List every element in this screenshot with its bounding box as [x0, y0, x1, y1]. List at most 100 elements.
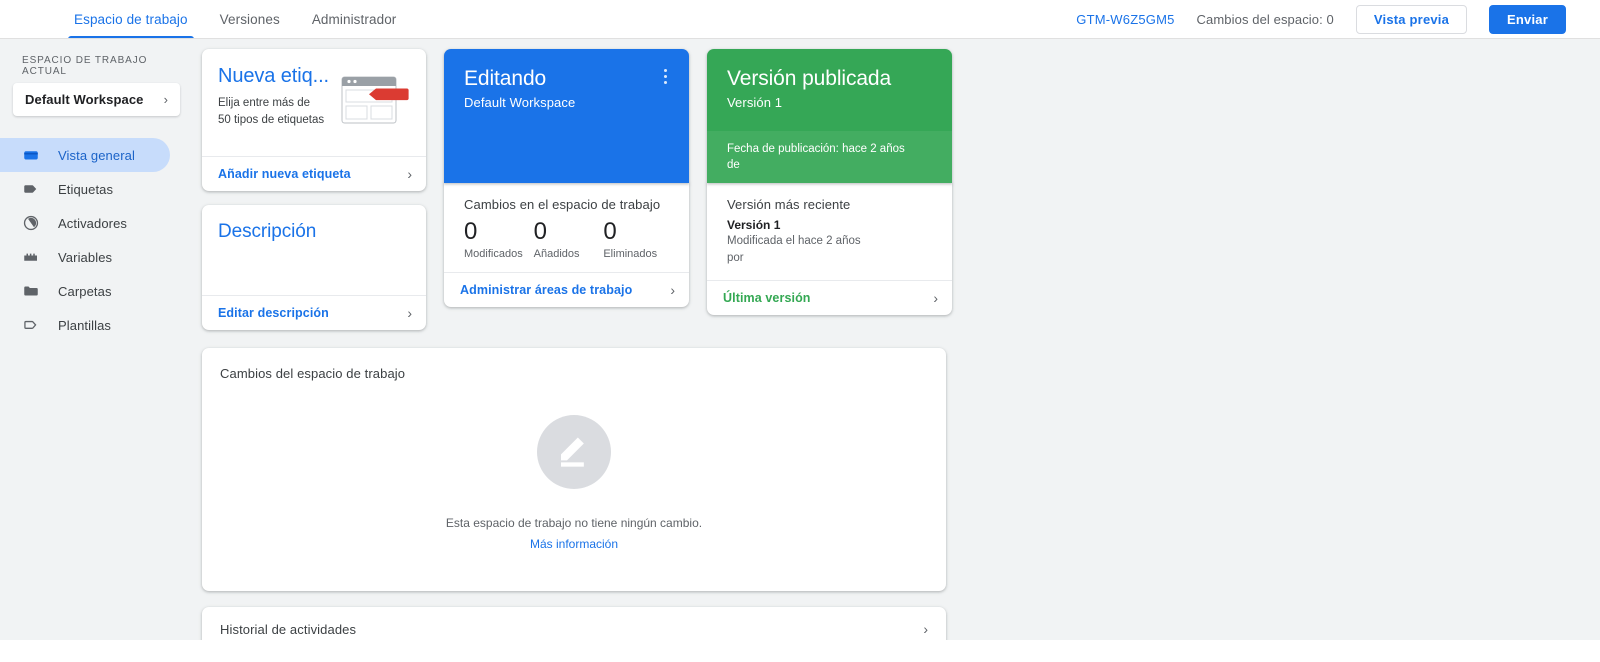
empty-state-text: Esta espacio de trabajo no tiene ningún … — [445, 516, 703, 530]
editing-card: Editando Default Workspace — [444, 49, 689, 183]
stat-modificados: 0 Modificados — [464, 218, 534, 260]
published-version-body: Versión publicada Versión 1 Fecha de pub… — [707, 49, 952, 183]
container-id-link[interactable]: GTM-W6Z5GM5 — [1076, 12, 1174, 27]
sidebar-item-carpetas[interactable]: Carpetas — [0, 274, 170, 308]
top-bar: Espacio de trabajo Versiones Administrad… — [0, 0, 1600, 39]
stat-label: Modificados — [464, 247, 523, 260]
published-by: de — [727, 159, 740, 172]
edit-description-action[interactable]: Editar descripción › — [202, 295, 426, 330]
tab-label: Administrador — [311, 12, 397, 27]
stat-value: 0 — [603, 218, 617, 245]
tab-espacio-de-trabajo[interactable]: Espacio de trabajo — [58, 0, 204, 39]
tab-label: Versiones — [219, 12, 280, 27]
bottom-strip — [0, 640, 1600, 662]
new-tag-text: Nueva etiq... Elija entre más de 50 tipo… — [218, 65, 336, 138]
latest-version-meta: Modificada el hace 2 años por — [727, 233, 936, 268]
sidebar-item-label: Plantillas — [58, 317, 112, 333]
workspace-name: Default Workspace — [25, 92, 144, 107]
published-date: Fecha de publicación: hace 2 años — [727, 142, 905, 155]
trigger-icon — [22, 214, 40, 232]
published-stack: Versión publicada Versión 1 Fecha de pub… — [707, 49, 952, 315]
new-tag-subtitle-line1: Elija entre más de — [218, 97, 311, 109]
sidebar-nav: Vista general Etiquetas Activadores Vari… — [0, 138, 190, 342]
kebab-menu-icon[interactable] — [657, 66, 673, 86]
latest-version-action[interactable]: Última versión › — [707, 279, 952, 315]
sidebar-item-activadores[interactable]: Activadores — [0, 206, 170, 240]
body-area: ESPACIO DE TRABAJO ACTUAL Default Worksp… — [0, 39, 1600, 651]
latest-version-name: Versión 1 — [727, 218, 781, 232]
empty-state-link[interactable]: Más información — [530, 537, 618, 551]
workspace-changes-panel: Cambios del espacio de trabajo Esta espa… — [202, 348, 946, 591]
manage-workspaces-label: Administrar áreas de trabajo — [460, 282, 633, 297]
manage-workspaces-action[interactable]: Administrar áreas de trabajo › — [444, 271, 689, 307]
tab-administrador[interactable]: Administrador — [296, 0, 413, 39]
editing-card-body: Editando Default Workspace — [444, 49, 689, 183]
chevron-right-icon: › — [670, 281, 675, 298]
new-tag-card-body: Nueva etiq... Elija entre más de 50 tipo… — [202, 49, 426, 156]
stat-eliminados: 0 Eliminados — [603, 218, 673, 260]
variables-icon — [22, 248, 40, 266]
published-version-subtitle: Versión 1 — [727, 95, 783, 110]
template-icon — [22, 316, 40, 334]
workspace-changes-body: Cambios en el espacio de trabajo 0 Modif… — [444, 183, 689, 272]
sidebar-item-label: Etiquetas — [58, 181, 114, 197]
stat-value: 0 — [533, 218, 548, 245]
workspace-changes-title: Cambios en el espacio de trabajo — [464, 197, 661, 212]
editing-title: Editando — [464, 67, 547, 90]
tab-versiones[interactable]: Versiones — [204, 0, 296, 39]
sidebar-item-label: Carpetas — [58, 283, 112, 299]
add-new-tag-action[interactable]: Añadir nueva etiqueta › — [202, 156, 426, 191]
gtm-workspace-page: Espacio de trabajo Versiones Administrad… — [0, 0, 1600, 662]
chevron-right-icon: › — [933, 289, 938, 306]
latest-version-author: por — [727, 252, 744, 265]
activity-history-label: Historial de actividades — [220, 621, 357, 637]
stat-label: Añadidos — [533, 247, 580, 260]
sidebar: ESPACIO DE TRABAJO ACTUAL Default Worksp… — [0, 39, 190, 640]
latest-version-body: Versión más reciente Versión 1 Modificad… — [707, 183, 952, 280]
chevron-right-icon: › — [407, 305, 412, 321]
description-card: Descripción Editar descripción › — [202, 205, 426, 330]
editing-subtitle: Default Workspace — [464, 95, 576, 110]
sidebar-item-etiquetas[interactable]: Etiquetas — [0, 172, 170, 206]
browser-window-with-red-tag-icon — [336, 71, 414, 138]
new-tag-subtitle-line2: 50 tipos de etiquetas — [218, 113, 325, 126]
workspace-selector[interactable]: Default Workspace › — [13, 83, 180, 116]
preview-button[interactable]: Vista previa — [1355, 5, 1468, 34]
stat-value: 0 — [464, 218, 478, 245]
new-tag-title: Nueva etiq... — [218, 65, 329, 87]
sidebar-item-label: Activadores — [58, 215, 128, 231]
chevron-right-icon: › — [163, 92, 168, 107]
published-version-meta: Fecha de publicación: hace 2 años de — [707, 130, 952, 183]
container-icon — [22, 146, 40, 164]
description-title: Descripción — [218, 221, 317, 242]
main-content: Nueva etiq... Elija entre más de 50 tipo… — [190, 39, 1600, 651]
tab-label: Espacio de trabajo — [74, 12, 188, 27]
sidebar-item-vista-general[interactable]: Vista general — [0, 138, 170, 172]
new-tag-card: Nueva etiq... Elija entre más de 50 tipo… — [202, 49, 426, 191]
tag-icon — [22, 180, 40, 198]
workspace-changes-panel-title: Cambios del espacio de trabajo — [220, 366, 406, 381]
sidebar-item-plantillas[interactable]: Plantillas — [0, 308, 170, 342]
folder-icon — [22, 282, 40, 300]
sidebar-item-label: Vista general — [58, 147, 135, 163]
published-version-card: Versión publicada Versión 1 Fecha de pub… — [707, 49, 952, 183]
description-card-body: Descripción — [202, 205, 426, 295]
stat-label: Eliminados — [603, 247, 658, 260]
submit-button[interactable]: Enviar — [1489, 5, 1566, 34]
column-left: Nueva etiq... Elija entre más de 50 tipo… — [202, 49, 426, 330]
cards-row: Nueva etiq... Elija entre más de 50 tipo… — [190, 49, 1600, 330]
edit-description-label: Editar descripción — [218, 306, 329, 320]
add-new-tag-label: Añadir nueva etiqueta — [218, 167, 351, 181]
chevron-right-icon: › — [923, 621, 928, 637]
top-navigation: Espacio de trabajo Versiones Administrad… — [58, 0, 412, 39]
empty-state: Esta espacio de trabajo no tiene ningún … — [202, 381, 946, 591]
sidebar-item-label: Variables — [58, 249, 113, 265]
stat-anadidos: 0 Añadidos — [534, 218, 604, 260]
latest-version-action-label: Última versión — [723, 290, 811, 305]
sidebar-item-variables[interactable]: Variables — [0, 240, 170, 274]
latest-version-modified: Modificada el hace 2 años — [727, 235, 861, 247]
new-tag-subtitle: Elija entre más de 50 tipos de etiquetas — [218, 95, 336, 128]
latest-version-card: Versión más reciente Versión 1 Modificad… — [707, 183, 952, 315]
top-bar-actions: GTM-W6Z5GM5 Cambios del espacio: 0 Vista… — [1076, 0, 1584, 39]
column-middle: Editando Default Workspace Cambios en el… — [444, 49, 689, 330]
